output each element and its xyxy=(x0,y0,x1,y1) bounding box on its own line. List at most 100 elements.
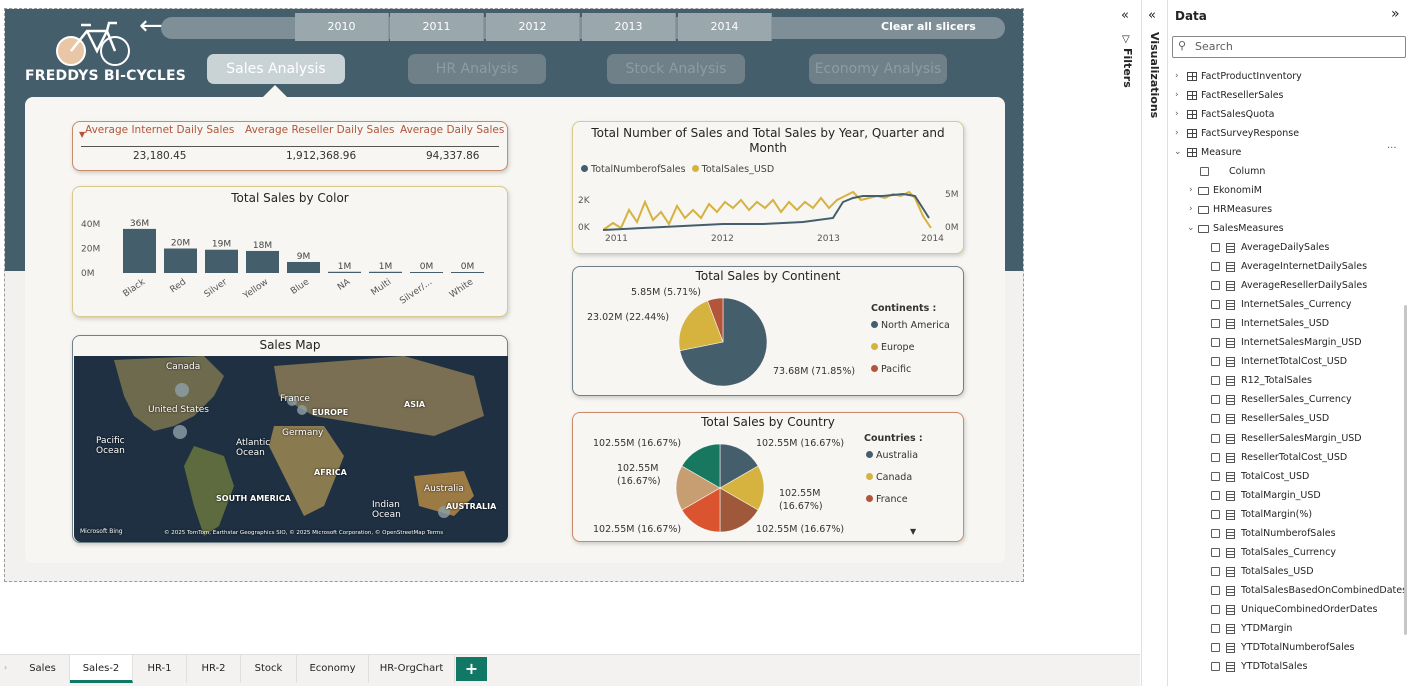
checkbox[interactable] xyxy=(1211,566,1220,576)
search-input[interactable]: Search xyxy=(1172,36,1406,58)
measure-item[interactable]: AverageInternetDailySales xyxy=(1241,261,1367,272)
checkbox[interactable] xyxy=(1211,662,1220,672)
collapse-chevron-icon[interactable]: ⌄ xyxy=(1174,147,1182,157)
expand-chevron-icon[interactable]: › xyxy=(1175,71,1179,81)
checkbox[interactable] xyxy=(1211,300,1220,310)
checkbox[interactable] xyxy=(1211,547,1220,557)
checkbox[interactable] xyxy=(1200,167,1209,176)
tab-hr-1[interactable]: HR-1 xyxy=(133,655,187,683)
folder-item[interactable]: HRMeasures xyxy=(1213,204,1272,215)
measure-item[interactable]: ResellerTotalCost_USD xyxy=(1241,452,1347,463)
measure-item[interactable]: YTDMargin xyxy=(1241,623,1292,634)
measure-item[interactable]: R12_TotalSales xyxy=(1241,375,1312,386)
tab-scroll-left-icon[interactable]: › xyxy=(4,663,7,672)
measure-item[interactable]: TotalSales_USD xyxy=(1241,566,1314,577)
checkbox[interactable] xyxy=(1211,357,1220,367)
kpi-card[interactable]: ▼ Average Internet Daily Sales Average R… xyxy=(72,121,508,171)
nav-economy-analysis[interactable]: Economy Analysis xyxy=(809,54,947,84)
bar-yellow[interactable] xyxy=(246,250,279,273)
add-page-button[interactable]: + xyxy=(456,657,487,681)
folder-item[interactable]: EkonomiM xyxy=(1213,185,1262,196)
expand-chevron-icon[interactable]: › xyxy=(1189,185,1193,195)
tab-economy[interactable]: Economy xyxy=(297,655,369,683)
bar-silver[interactable] xyxy=(410,272,443,273)
checkbox[interactable] xyxy=(1211,585,1220,595)
year-slicer-2014[interactable]: 2014 xyxy=(678,13,772,41)
measure-item[interactable]: AverageResellerDailySales xyxy=(1241,280,1367,291)
nav-hr-analysis[interactable]: HR Analysis xyxy=(408,54,546,84)
table-item[interactable]: FactProductInventory xyxy=(1201,71,1302,82)
measure-item[interactable]: TotalMargin_USD xyxy=(1241,490,1321,501)
bar-multi[interactable] xyxy=(369,271,402,273)
measure-item[interactable]: YTDTotalNumberofSales xyxy=(1241,642,1355,653)
expand-filters-icon[interactable]: « xyxy=(1121,8,1129,23)
tab-hr-orgchart[interactable]: HR-OrgChart xyxy=(369,655,455,683)
tab-sales-2[interactable]: Sales-2 xyxy=(70,655,133,683)
checkbox[interactable] xyxy=(1211,528,1220,538)
checkbox[interactable] xyxy=(1211,471,1220,481)
bar-black[interactable] xyxy=(123,228,156,273)
measure-item[interactable]: YTDTotalSales xyxy=(1241,661,1307,672)
expand-chevron-icon[interactable]: › xyxy=(1175,109,1179,119)
tab-sales[interactable]: Sales xyxy=(16,655,70,683)
more-options-icon[interactable]: ··· xyxy=(1387,143,1397,154)
table-item[interactable]: FactSurveyResponse xyxy=(1201,128,1299,139)
bar-silver[interactable] xyxy=(205,249,238,273)
collapse-data-icon[interactable]: » xyxy=(1391,6,1400,22)
expand-chevron-icon[interactable]: › xyxy=(1175,128,1179,138)
sales-by-color-chart[interactable]: Total Sales by Color 40M 20M 0M 36M Black 20M… xyxy=(72,186,508,317)
measure-item[interactable]: UniqueCombinedOrderDates xyxy=(1241,604,1377,615)
collapse-chevron-icon[interactable]: ⌄ xyxy=(1187,223,1195,233)
measure-item[interactable]: ResellerSales_Currency xyxy=(1241,394,1352,405)
measure-item[interactable]: InternetSalesMargin_USD xyxy=(1241,337,1362,348)
checkbox[interactable] xyxy=(1211,414,1220,424)
sales-line-chart[interactable]: Total Number of Sales and Total Sales by… xyxy=(572,121,964,254)
checkbox[interactable] xyxy=(1211,643,1220,653)
checkbox[interactable] xyxy=(1211,490,1220,500)
checkbox[interactable] xyxy=(1211,452,1220,462)
table-item[interactable]: FactResellerSales xyxy=(1201,90,1284,101)
year-slicer-2010[interactable]: 2010 xyxy=(295,13,389,41)
year-slicer-2013[interactable]: 2013 xyxy=(582,13,676,41)
bar-red[interactable] xyxy=(164,248,197,274)
checkbox[interactable] xyxy=(1211,395,1220,405)
filters-label[interactable]: Filters xyxy=(1121,48,1134,88)
filters-pane-collapsed[interactable]: « ▽ Filters xyxy=(1114,0,1142,686)
expand-chevron-icon[interactable]: › xyxy=(1175,90,1179,100)
sales-by-continent-chart[interactable]: Total Sales by Continent 5.85M (5.71%) 2… xyxy=(572,266,964,396)
visualizations-label[interactable]: Visualizations xyxy=(1148,32,1161,118)
checkbox[interactable] xyxy=(1211,338,1220,348)
sales-map[interactable]: Sales Map Canada United States France Ge… xyxy=(72,335,508,543)
measure-item[interactable]: InternetTotalCost_USD xyxy=(1241,356,1347,367)
tab-hr-2[interactable]: HR-2 xyxy=(187,655,241,683)
checkbox[interactable] xyxy=(1211,319,1220,329)
measure-item[interactable]: TotalMargin(%) xyxy=(1241,509,1312,520)
clear-slicers-button[interactable]: Clear all slicers xyxy=(881,20,976,33)
checkbox[interactable] xyxy=(1211,262,1220,272)
measure-item[interactable]: AverageDailySales xyxy=(1241,242,1329,253)
checkbox[interactable] xyxy=(1211,376,1220,386)
map-canvas[interactable]: Canada United States France Germany EURO… xyxy=(74,356,508,542)
checkbox[interactable] xyxy=(1211,433,1220,443)
visualizations-pane-collapsed[interactable]: « Visualizations xyxy=(1142,0,1168,686)
scrollbar[interactable] xyxy=(1404,305,1407,635)
expand-chevron-icon[interactable]: › xyxy=(1189,204,1193,214)
nav-sales-analysis[interactable]: Sales Analysis xyxy=(207,54,345,84)
table-item[interactable]: FactSalesQuota xyxy=(1201,109,1275,120)
checkbox[interactable] xyxy=(1211,281,1220,291)
checkbox[interactable] xyxy=(1211,604,1220,614)
checkbox[interactable] xyxy=(1211,243,1220,252)
checkbox[interactable] xyxy=(1211,509,1220,519)
measure-item[interactable]: TotalSales_Currency xyxy=(1241,547,1336,558)
checkbox[interactable] xyxy=(1211,624,1220,633)
year-slicer-2011[interactable]: 2011 xyxy=(390,13,484,41)
bar-white[interactable] xyxy=(451,272,484,273)
bar-na[interactable] xyxy=(328,271,361,273)
expand-visualizations-icon[interactable]: « xyxy=(1148,8,1156,23)
measure-item[interactable]: TotalNumberofSales xyxy=(1241,528,1336,539)
year-slicer-2012[interactable]: 2012 xyxy=(486,13,580,41)
measure-item[interactable]: TotalSalesBasedOnCombinedDates xyxy=(1241,585,1407,596)
measure-item[interactable]: ResellerSalesMargin_USD xyxy=(1241,433,1362,444)
tab-stock[interactable]: Stock xyxy=(241,655,297,683)
measure-item[interactable]: InternetSales_Currency xyxy=(1241,299,1352,310)
